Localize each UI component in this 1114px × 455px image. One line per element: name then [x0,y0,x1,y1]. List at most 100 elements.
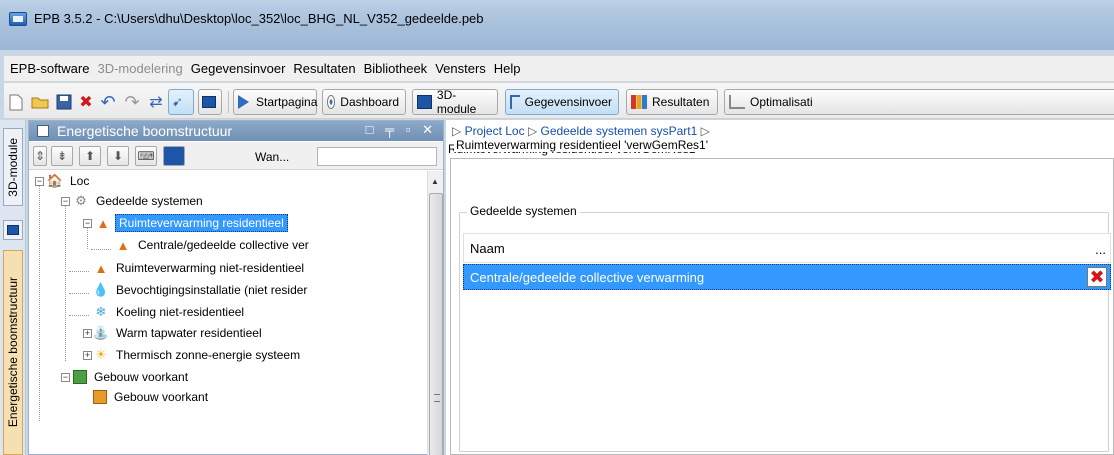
optimalisatie-button[interactable]: Optimalisati [724,89,1114,115]
delete-icon: ✖ [1089,267,1105,287]
expand-icon[interactable]: ⇟ [51,146,73,166]
side-tab-strip: 3D-module Energetische boomstructuur [0,120,26,455]
detail-frame-title: Ruimteverwarming residentieel 'verwGemRe… [454,138,710,152]
delete-icon[interactable]: ✖ [76,92,96,112]
dashboard-button[interactable]: Dashboard [322,89,406,115]
3d-module-button[interactable]: 3D-module [412,88,498,116]
gegevensinvoer-button[interactable]: Gegevensinvoer [505,89,619,115]
tree-node[interactable]: 🏠 Loc [47,172,92,190]
resultaten-label: Resultaten [652,95,710,109]
resultaten-button[interactable]: Resultaten [626,89,718,115]
menu-3d-modelering[interactable]: 3D-modelering [97,61,182,76]
eye-icon [327,95,336,109]
redo-icon[interactable]: ↷ [122,92,142,112]
refresh-icon[interactable]: ⇄ [146,92,166,112]
tree-panel: Energetische boomstructuur □ ╤ ▫ ✕ ⇕ ⇟ ⬆… [28,120,444,455]
rename-icon[interactable]: ⌨ [135,146,157,166]
table-row[interactable]: Centrale/gedeelde collective verwarming … [463,264,1111,290]
menu-bibliotheek[interactable]: Bibliotheek [364,61,428,76]
faucet-icon: ⛲ [92,325,110,340]
startpagina-label: Startpagina [256,95,318,109]
menu-bar: EPB-software 3D-modelering Gegevensinvoe… [4,56,1114,82]
flame-icon: ▲ [96,215,110,231]
tab-3d-module[interactable]: 3D-module [3,128,23,206]
panel-window-controls[interactable]: □ ╤ ▫ ✕ [366,122,437,138]
expander-ruimteverwarming[interactable]: − [83,219,92,228]
flame-icon: ▲ [116,237,130,253]
tree-node[interactable]: ❄ Koeling niet-residentieel [93,303,247,321]
main-toolbar: ✖ ↶ ↷ ⇄ ➹ Startpagina Dashboard 3D-modul… [4,83,1114,119]
breadcrumb-project[interactable]: Project Loc [465,124,525,138]
expander-gebouw-voorkant[interactable]: − [61,373,70,382]
breadcrumb: ▷ Project Loc ▷ Gedeelde systemen sysPar… [452,124,710,138]
play-icon [238,95,249,109]
tab-boomstructuur-label: Energetische boomstructuur [6,277,20,428]
scroll-thumb[interactable] [429,193,443,455]
open-folder-icon[interactable] [30,92,50,112]
cube-icon [93,390,107,404]
expander-gedeelde-systemen[interactable]: − [61,197,70,206]
naam-column-header[interactable]: Naam [470,241,505,256]
input-icon [510,95,520,109]
breadcrumb-gedeelde-systemen[interactable]: Gedeelde systemen sysPart1 [541,124,698,138]
dashboard-label: Dashboard [340,95,399,109]
optimalisatie-label: Optimalisati [750,95,813,109]
house-icon: 🏠 [46,173,64,188]
tree-node[interactable]: ▲ Ruimteverwarming niet-residentieel [93,259,307,277]
gear-icon: ⚙ [75,193,87,208]
tab-3d-icon[interactable] [3,220,23,240]
tree-node-selected[interactable]: ▲ Ruimteverwarming residentieel [95,214,288,232]
tree-node[interactable]: ☀ Thermisch zonne-energie systeem [93,346,303,364]
pointer-tool-button[interactable]: ➹ [168,89,194,115]
snowflake-icon: ❄ [95,304,107,319]
gegevensinvoer-label: Gegevensinvoer [524,95,612,109]
expander-warm-tapwater[interactable]: + [83,329,92,338]
tree-node[interactable]: Gebouw voorkant [73,368,191,386]
drop-icon: 💧 [92,282,110,297]
tree-node[interactable]: ▲ Centrale/gedeelde collective ver [115,236,312,254]
tab-3d-module-label: 3D-module [6,137,20,197]
detail-panel: ▷ Project Loc ▷ Gedeelde systemen sysPar… [446,120,1114,455]
startpagina-button[interactable]: Startpagina [233,89,317,115]
delete-row-button[interactable]: ✖ [1087,267,1107,287]
tree-panel-title: Energetische boomstructuur [57,123,233,139]
tree-node[interactable]: ⚙ Gedeelde systemen [73,192,206,210]
wan-label: Wan... [255,150,290,164]
new-file-icon[interactable] [6,92,26,112]
curve-icon [729,95,745,109]
sun-icon: ☀ [95,347,107,362]
tree-node[interactable]: ⛲ Warm tapwater residentieel [93,324,265,342]
energy-tree: − 🏠 Loc − ⚙ Gedeelde systemen − ▲ Ruimte… [29,171,427,455]
tree-scrollbar[interactable]: ▲ [427,171,443,455]
menu-vensters[interactable]: Vensters [435,61,486,76]
expander-loc[interactable]: − [35,177,44,186]
menu-help[interactable]: Help [494,61,521,76]
cube-icon [202,96,216,108]
tree-panel-header: Energetische boomstructuur □ ╤ ▫ ✕ [29,121,443,141]
cube-icon[interactable] [163,146,185,166]
column-menu-button[interactable]: ... [1095,242,1106,257]
tree-node[interactable]: Gebouw voorkant [93,390,211,404]
tree-search-input[interactable] [317,147,437,166]
move-up-icon[interactable]: ⬆ [79,146,101,166]
grid-header: Naam ... [463,233,1111,263]
expander-thermisch[interactable]: + [83,351,92,360]
menu-resultaten[interactable]: Resultaten [293,61,355,76]
tree-node[interactable]: 💧 Bevochtigingsinstallatie (niet resider [93,281,310,299]
pointer-icon: ➹ [172,94,183,109]
cube-icon [417,95,432,109]
view-3d-button[interactable] [198,89,222,115]
scroll-up-icon[interactable]: ▲ [431,177,439,186]
tab-energetische-boomstructuur[interactable]: Energetische boomstructuur [3,250,23,455]
undo-icon[interactable]: ↶ [98,92,118,112]
bar-chart-icon [631,95,647,109]
save-icon[interactable] [54,92,74,112]
row-name: Centrale/gedeelde collective verwarming [470,269,705,285]
cube-icon [7,225,19,235]
app-icon [9,12,27,26]
tree-toolbar: ⇕ ⇟ ⬆ ⬇ ⌨ Wan... [29,142,443,170]
menu-gegevensinvoer[interactable]: Gegevensinvoer [191,61,286,76]
collapse-all-icon[interactable]: ⇕ [33,146,47,166]
menu-epb-software[interactable]: EPB-software [10,61,89,76]
move-down-icon[interactable]: ⬇ [107,146,129,166]
